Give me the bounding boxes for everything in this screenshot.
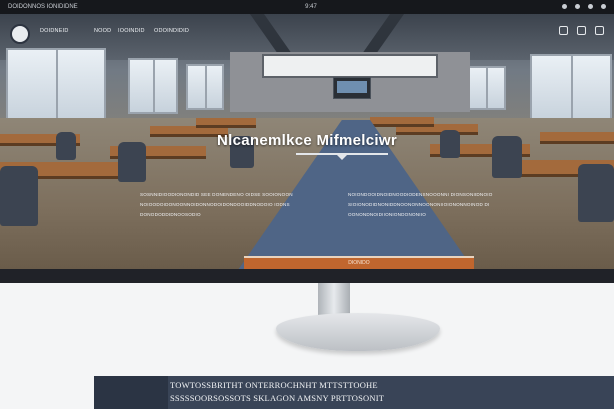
desk (196, 118, 256, 128)
status-icons (562, 0, 606, 9)
status-left-text: DOIDONNOS IONIDIDNE (8, 4, 78, 10)
body-line: DONODODDIDNOOSODIO (140, 212, 201, 217)
banner-accent (94, 376, 168, 409)
chevron-down-icon[interactable] (337, 155, 347, 160)
body-line: SIOIONODIDNONIDDNOONONNOONONIIOIONONNOIN… (348, 202, 490, 207)
cta-label[interactable]: DIONIDO (244, 258, 474, 268)
search-icon[interactable] (559, 26, 568, 35)
body-line: NOIONDOOIDNOIDNOODIODENSNOOONNI DIONSONI… (348, 192, 493, 197)
window (6, 48, 106, 122)
cart-icon[interactable] (595, 26, 604, 35)
nav-icon-group (559, 26, 604, 35)
nav-link[interactable]: NOOD (94, 28, 111, 34)
banner-text-line: TOWTOSSBRITHT ONTERROCHNHT MTTSTTOOHE (170, 380, 378, 390)
monitor-neck (318, 283, 350, 317)
nav-link[interactable]: IOOINDID (118, 28, 145, 34)
desk (370, 117, 434, 127)
site-logo[interactable] (10, 24, 30, 44)
body-line: NOIOODOIDONOONNOIDONNODOIDONDOOIDDNODOIO… (140, 202, 290, 207)
site-navbar (0, 14, 614, 46)
status-clock: 9:47 (305, 4, 317, 10)
banner-text-line: SSSSSOORSOSSOTS SKLAGON AMSNY PRTTOSONIT (170, 393, 385, 403)
user-icon[interactable] (577, 26, 586, 35)
monitor-base (276, 313, 440, 351)
window (530, 54, 612, 122)
menu-icon[interactable] (601, 4, 606, 9)
battery-icon[interactable] (588, 4, 593, 9)
chair (0, 166, 38, 226)
nav-link[interactable]: DOIDNEID (40, 28, 69, 34)
wall-display (333, 77, 371, 99)
window (128, 58, 178, 114)
window (186, 64, 224, 110)
hero-body-right: NOIONDOOIDNOIDNOODIODENSNOOONNI DIONSONI… (348, 190, 492, 220)
body-line: SOSNNIDIOODIONONDID SEE DONENDENO OIDSE … (140, 192, 293, 197)
wifi-icon[interactable] (562, 4, 567, 9)
whiteboard (262, 54, 438, 78)
window (466, 66, 506, 110)
monitor-chin (0, 269, 614, 283)
hero-body-left: SOSNNIDIOODIONONDID SEE DONENDENO OIDSE … (140, 190, 293, 220)
body-line: OONONDNOIDIIONIONDONONIIO (348, 212, 426, 217)
hero-title: Nlcanemlkce Mifmelciwr (216, 132, 397, 149)
status-bar: DOIDONNOS IONIDIDNE 9:47 (0, 0, 614, 14)
nav-link[interactable]: ODOINDIDID (154, 28, 189, 34)
volume-icon[interactable] (575, 4, 580, 9)
chair (578, 164, 614, 222)
